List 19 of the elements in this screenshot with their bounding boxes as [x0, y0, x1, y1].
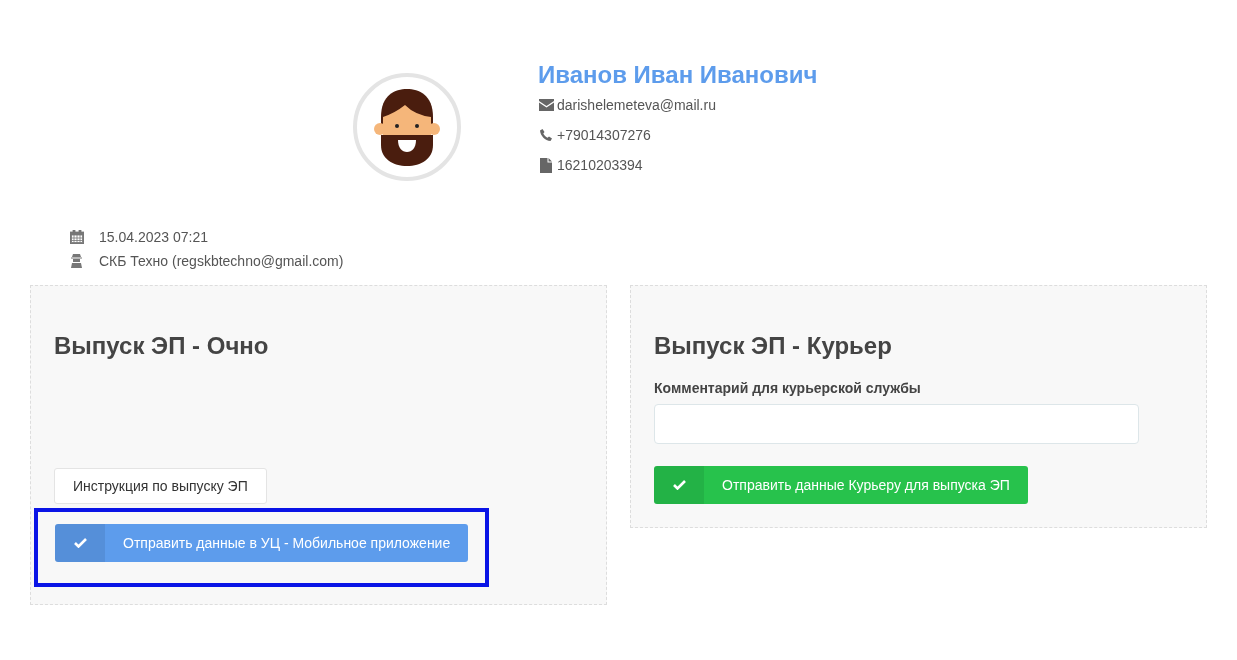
calendar-icon [70, 230, 84, 244]
contact-text: darishelemeteva@mail.ru [557, 95, 716, 115]
submit-button[interactable]: Отправить данные в УЦ - Мобильное приложение [55, 524, 469, 562]
field-label: Комментарий для курьерской службы [654, 379, 922, 398]
phone-icon [540, 129, 552, 141]
contact-text: +79014307276 [557, 125, 651, 145]
instruction-button[interactable]: Инструкция по выпуску ЭП [54, 468, 267, 504]
contact-text: 16210203394 [557, 155, 643, 175]
submit-button[interactable]: Отправить данные Курьеру для выпуска ЭП [654, 466, 1028, 504]
check-icon [73, 538, 87, 548]
comment-field[interactable] [654, 404, 1139, 444]
check-icon [672, 480, 686, 490]
card-title: Выпуск ЭП - Очно [54, 331, 270, 361]
card-title: Выпуск ЭП - Курьер [654, 331, 893, 361]
document-icon [540, 157, 552, 173]
envelope-icon [538, 99, 554, 111]
meta-text: СКБ Техно (regskbtechno@gmail.com) [99, 251, 344, 271]
profile-name: Иванов Иван Иванович [538, 60, 818, 90]
meta-text: 15.04.2023 07:21 [99, 227, 208, 247]
